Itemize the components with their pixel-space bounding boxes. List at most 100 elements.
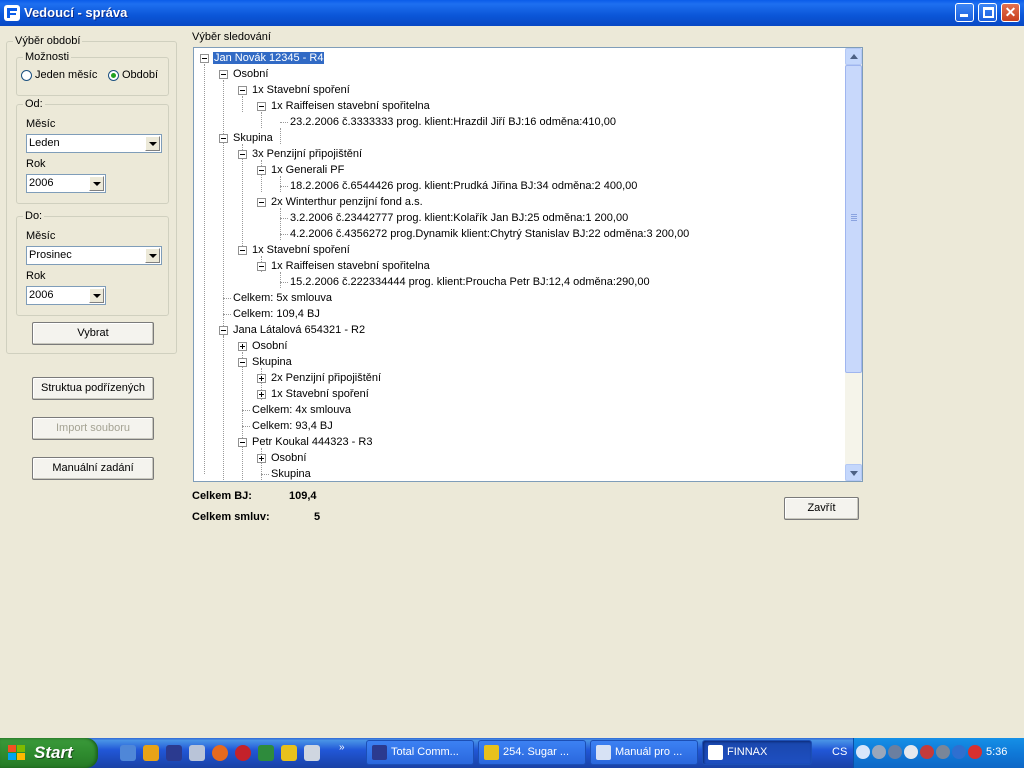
chevron-down-icon[interactable] bbox=[145, 248, 160, 263]
period-legend: Výběr období bbox=[13, 35, 83, 47]
quicklaunch-media-icon[interactable] bbox=[143, 745, 159, 761]
quicklaunch-opera-icon[interactable] bbox=[235, 745, 251, 761]
quicklaunch-calculator-icon[interactable] bbox=[189, 745, 205, 761]
start-button[interactable]: Start bbox=[0, 738, 98, 768]
collapse-icon[interactable] bbox=[219, 70, 228, 79]
radio-single-month[interactable] bbox=[21, 70, 32, 81]
expand-icon[interactable] bbox=[257, 454, 266, 463]
tray-network-icon[interactable] bbox=[888, 745, 902, 759]
tree-node[interactable]: Osobní bbox=[233, 67, 268, 81]
tree-node[interactable]: Skupina bbox=[271, 467, 311, 481]
language-indicator[interactable]: CS bbox=[832, 746, 847, 758]
to-year-select[interactable]: 2006 bbox=[26, 286, 106, 305]
collapse-icon[interactable] bbox=[238, 438, 247, 447]
collapse-icon[interactable] bbox=[238, 246, 247, 255]
tree-view[interactable]: Jan Novák 12345 - R4 Osobní 1x Stavební … bbox=[193, 47, 863, 482]
structure-button[interactable]: Struktua podřízených bbox=[32, 377, 154, 400]
tree-line bbox=[280, 208, 281, 240]
tree-node[interactable]: 2x Winterthur penzijní fond a.s. bbox=[271, 195, 423, 209]
tray-app-icon[interactable] bbox=[920, 745, 934, 759]
close-button[interactable]: Zavřít bbox=[784, 497, 859, 520]
expand-icon[interactable] bbox=[257, 374, 266, 383]
from-month-select[interactable]: Leden bbox=[26, 134, 162, 153]
collapse-icon[interactable] bbox=[238, 358, 247, 367]
tray-printer-icon[interactable] bbox=[872, 745, 886, 759]
tree-node-subordinate[interactable]: Jana Látalová 654321 - R2 bbox=[233, 323, 365, 337]
tree-node[interactable]: Osobní bbox=[252, 339, 287, 353]
tree-node-manager[interactable]: Jan Novák 12345 - R4 bbox=[213, 51, 325, 65]
to-month-value: Prosinec bbox=[29, 249, 72, 261]
quicklaunch-save-icon[interactable] bbox=[166, 745, 182, 761]
tree-leaf[interactable]: 3.2.2006 č.23442777 prog. klient:Kolařík… bbox=[290, 211, 628, 225]
collapse-icon[interactable] bbox=[219, 134, 228, 143]
close-window-button[interactable]: ✕ bbox=[1001, 3, 1020, 22]
tree-summary[interactable]: Celkem: 4x smlouva bbox=[252, 403, 351, 417]
chevron-down-icon[interactable] bbox=[145, 136, 160, 151]
collapse-icon[interactable] bbox=[257, 166, 266, 175]
expand-icon[interactable] bbox=[238, 342, 247, 351]
scroll-down-icon[interactable] bbox=[845, 464, 862, 481]
tree-leaf[interactable]: 23.2.2006 č.3333333 prog. klient:Hrazdil… bbox=[290, 115, 616, 129]
collapse-icon[interactable] bbox=[238, 86, 247, 95]
restore-icon bbox=[983, 7, 994, 18]
tree-node[interactable]: 1x Generali PF bbox=[271, 163, 344, 177]
minimize-button[interactable] bbox=[955, 3, 974, 22]
chevron-right-icon[interactable]: » bbox=[339, 742, 345, 753]
tree-node[interactable]: Skupina bbox=[233, 131, 273, 145]
collapse-icon[interactable] bbox=[257, 198, 266, 207]
tray-fan-icon[interactable] bbox=[904, 745, 918, 759]
collapse-icon[interactable] bbox=[257, 102, 266, 111]
scroll-up-icon[interactable] bbox=[845, 48, 862, 65]
tree-line bbox=[261, 112, 262, 128]
task-label: Total Comm... bbox=[391, 746, 459, 758]
clock[interactable]: 5:36 bbox=[986, 746, 1007, 758]
tree-summary[interactable]: Celkem: 5x smlouva bbox=[233, 291, 332, 305]
select-button[interactable]: Vybrat bbox=[32, 322, 154, 345]
tray-security-icon[interactable] bbox=[952, 745, 966, 759]
radio-period[interactable] bbox=[108, 70, 119, 81]
quicklaunch-firefox-icon[interactable] bbox=[212, 745, 228, 761]
tray-shield-icon[interactable] bbox=[936, 745, 950, 759]
title-bar[interactable]: Vedoucí - správa ✕ bbox=[0, 0, 1024, 26]
period-group: Výběr období Možnosti Jeden měsíc Období… bbox=[6, 35, 177, 354]
tree-leaf[interactable]: 18.2.2006 č.6544426 prog. klient:Prudká … bbox=[290, 179, 637, 193]
tree-node[interactable]: Skupina bbox=[252, 355, 292, 369]
chevron-down-icon[interactable] bbox=[89, 288, 104, 303]
tray-expand-icon[interactable] bbox=[856, 745, 870, 759]
restore-button[interactable] bbox=[978, 3, 997, 22]
task-sugar[interactable]: 254. Sugar ... bbox=[478, 740, 586, 765]
tree-node[interactable]: 3x Penzijní připojištění bbox=[252, 147, 362, 161]
quicklaunch-tool-icon[interactable] bbox=[304, 745, 320, 761]
tree-node[interactable]: 1x Stavební spoření bbox=[271, 387, 369, 401]
task-finnax[interactable]: FINNAX bbox=[702, 740, 812, 765]
collapse-icon[interactable] bbox=[238, 150, 247, 159]
tree-line bbox=[242, 426, 250, 427]
task-total-commander[interactable]: Total Comm... bbox=[366, 740, 474, 765]
to-month-select[interactable]: Prosinec bbox=[26, 246, 162, 265]
task-word-manual[interactable]: Manuál pro ... bbox=[590, 740, 698, 765]
tree-node[interactable]: Osobní bbox=[271, 451, 306, 465]
from-year-select[interactable]: 2006 bbox=[26, 174, 106, 193]
tree-summary[interactable]: Celkem: 93,4 BJ bbox=[252, 419, 333, 433]
tree-scrollbar[interactable] bbox=[845, 48, 862, 481]
tree-node[interactable]: 1x Stavební spoření bbox=[252, 83, 350, 97]
collapse-icon[interactable] bbox=[219, 326, 228, 335]
collapse-icon[interactable] bbox=[200, 54, 209, 63]
quicklaunch-app-icon[interactable] bbox=[258, 745, 274, 761]
chevron-down-icon[interactable] bbox=[89, 176, 104, 191]
quicklaunch-sugar-icon[interactable] bbox=[281, 745, 297, 761]
tree-summary[interactable]: Celkem: 109,4 BJ bbox=[233, 307, 320, 321]
manual-entry-button[interactable]: Manuální zadání bbox=[32, 457, 154, 480]
scrollbar-thumb[interactable] bbox=[845, 65, 862, 373]
tray-alert-icon[interactable] bbox=[968, 745, 982, 759]
tree-leaf[interactable]: 4.2.2006 č.4356272 prog.Dynamik klient:C… bbox=[290, 227, 689, 241]
tree-node[interactable]: 1x Raiffeisen stavební spořitelna bbox=[271, 99, 430, 113]
collapse-icon[interactable] bbox=[257, 262, 266, 271]
tree-node[interactable]: 1x Raiffeisen stavební spořitelna bbox=[271, 259, 430, 273]
quicklaunch-ie-icon[interactable] bbox=[120, 745, 136, 761]
expand-icon[interactable] bbox=[257, 390, 266, 399]
tree-node[interactable]: 1x Stavební spoření bbox=[252, 243, 350, 257]
tree-node-subordinate[interactable]: Petr Koukal 444323 - R3 bbox=[252, 435, 372, 449]
tree-leaf[interactable]: 15.2.2006 č.222334444 prog. klient:Prouc… bbox=[290, 275, 650, 289]
tree-node[interactable]: 2x Penzijní připojištění bbox=[271, 371, 381, 385]
